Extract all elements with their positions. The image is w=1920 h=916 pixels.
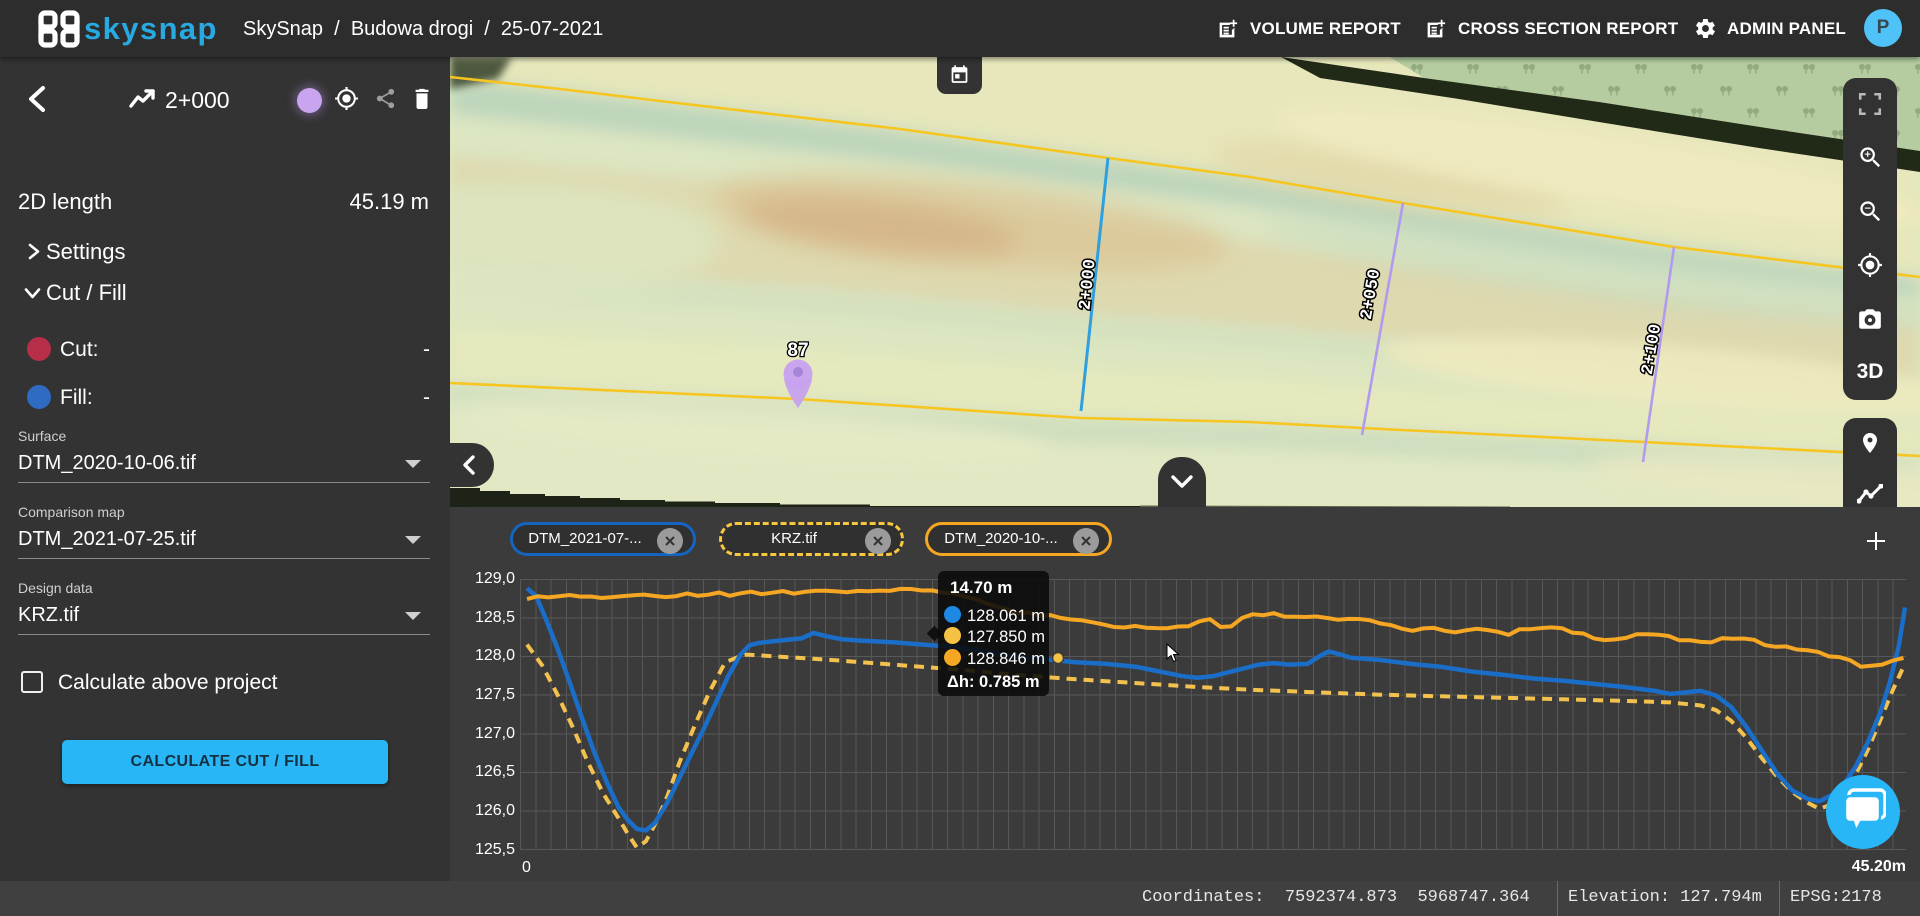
svg-text:87: 87 bbox=[787, 340, 808, 361]
